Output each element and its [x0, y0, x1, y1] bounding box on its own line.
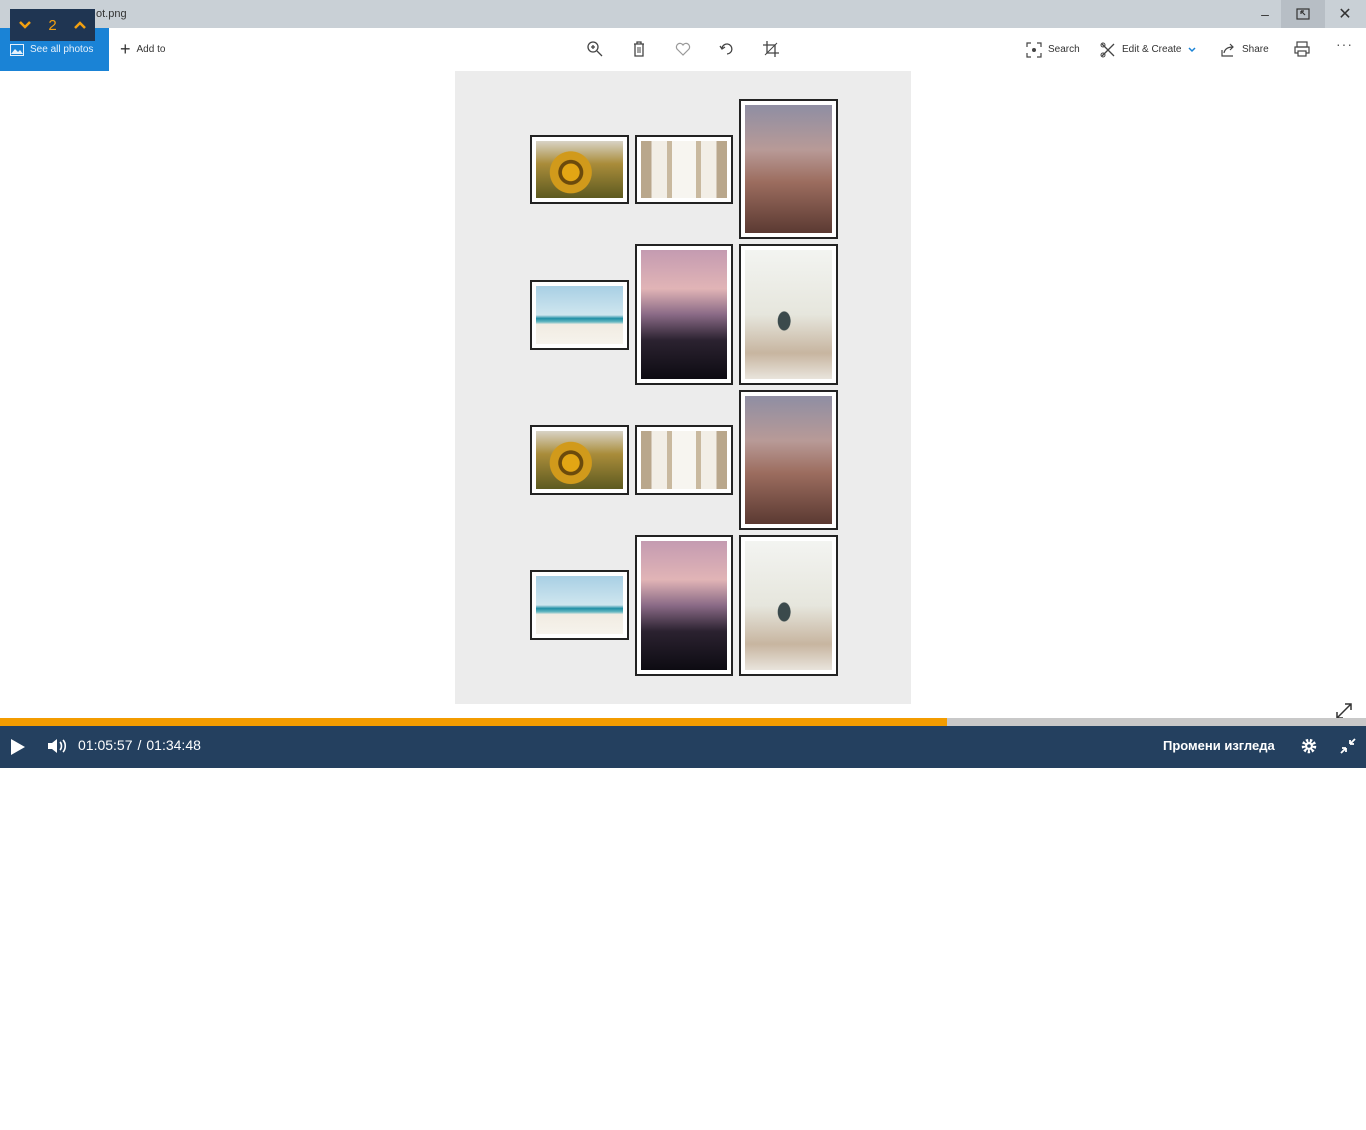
share-icon: [1221, 43, 1234, 57]
hallway-image: [641, 141, 727, 198]
hallway-image: [641, 431, 727, 489]
print-icon[interactable]: [1293, 40, 1311, 58]
restore-button[interactable]: [1281, 0, 1325, 28]
elapsed-time: 01:05:57: [78, 737, 133, 753]
total-duration: 01:34:48: [146, 737, 201, 753]
add-to-button[interactable]: + Add to: [120, 28, 165, 71]
chevron-down-icon[interactable]: [18, 20, 32, 30]
photo-frame: [635, 135, 733, 204]
photo-preview: [455, 71, 911, 704]
volume-icon[interactable]: [46, 737, 68, 755]
hand-cup-image: [745, 541, 832, 670]
sunflower-image: [536, 141, 623, 198]
play-icon[interactable]: [9, 737, 27, 757]
palm-tree-image: [536, 576, 623, 634]
photo-frame: [739, 390, 838, 530]
surfer-sunset-image: [641, 250, 727, 379]
search-label: Search: [1048, 44, 1080, 55]
exit-fullscreen-icon[interactable]: [1339, 737, 1357, 755]
edit-create-icon: [1100, 42, 1115, 57]
share-label: Share: [1242, 44, 1269, 55]
change-view-button[interactable]: Промени изгледа: [1163, 738, 1275, 753]
photo-frame: [739, 99, 838, 239]
minimize-icon: –: [1261, 6, 1269, 22]
chevron-up-icon[interactable]: [73, 20, 87, 30]
add-to-label: Add to: [136, 44, 166, 55]
time-display: 01:05:57 / 01:34:48: [78, 737, 201, 753]
chevron-down-icon: [1188, 46, 1197, 52]
photo-frame: [739, 244, 838, 385]
progress-fill[interactable]: [0, 718, 947, 726]
photo-frame: [530, 280, 629, 350]
photo-frame: [530, 570, 629, 640]
close-button[interactable]: ✕: [1325, 0, 1365, 28]
sunflower-image: [536, 431, 623, 489]
edit-create-button[interactable]: Edit & Create: [1100, 28, 1197, 71]
time-separator: /: [137, 737, 142, 753]
skateboarder-image: [745, 396, 832, 524]
subtitle-navigator: 2: [10, 9, 95, 41]
more-options-button[interactable]: ···: [1336, 36, 1353, 52]
window-title: ot.png: [96, 8, 127, 20]
plus-icon: +: [120, 39, 131, 59]
surfer-sunset-image: [641, 541, 727, 670]
player-control-bar: 01:05:57 / 01:34:48 Промени изгледа: [0, 726, 1366, 768]
zoom-in-icon[interactable]: [586, 40, 604, 58]
photo-frame: [739, 535, 838, 676]
gear-icon[interactable]: [1300, 737, 1318, 755]
restore-icon: [1296, 8, 1310, 20]
hand-cup-image: [745, 250, 832, 379]
photos-icon: [10, 43, 24, 56]
photo-frame: [635, 244, 733, 385]
minimize-button[interactable]: –: [1245, 0, 1285, 28]
photo-frame: [635, 425, 733, 495]
share-button[interactable]: Share: [1220, 28, 1269, 71]
video-player: ot.png – ✕ 2 See all photos + Add to Sea…: [0, 0, 1366, 768]
see-all-photos-label: See all photos: [30, 44, 94, 55]
close-icon: ✕: [1338, 6, 1352, 23]
rotate-icon[interactable]: [718, 40, 736, 58]
edit-create-label: Edit & Create: [1122, 44, 1182, 55]
search-button[interactable]: Search: [1026, 28, 1080, 71]
subtitle-count: 2: [48, 16, 57, 34]
favorite-icon[interactable]: [674, 40, 692, 58]
photos-title-bar: ot.png – ✕: [0, 0, 1366, 28]
photo-frame: [530, 135, 629, 204]
photo-frame: [635, 535, 733, 676]
delete-icon[interactable]: [630, 40, 648, 58]
search-scan-icon: [1026, 41, 1042, 58]
palm-tree-image: [536, 286, 623, 344]
skateboarder-image: [745, 105, 832, 233]
photo-frame: [530, 425, 629, 495]
crop-icon[interactable]: [762, 40, 780, 58]
